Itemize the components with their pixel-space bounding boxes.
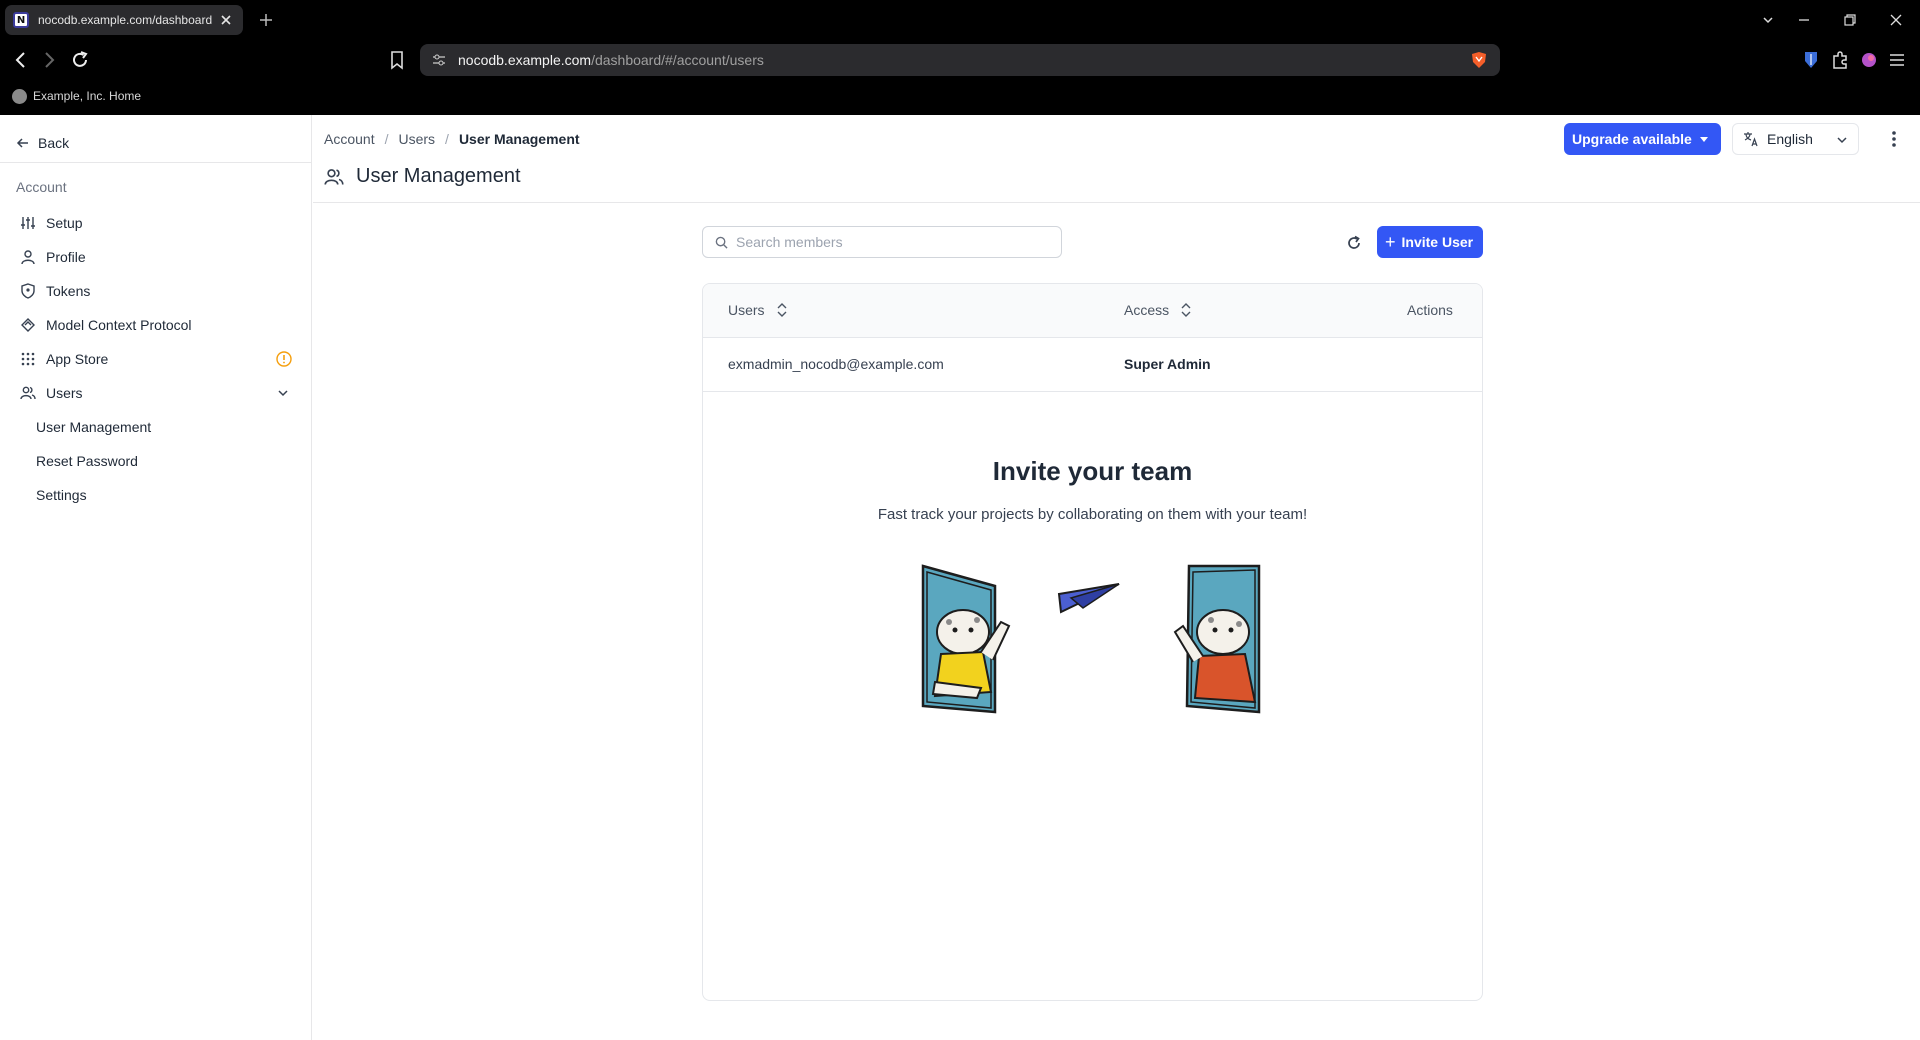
breadcrumb: Account / Users / User Management: [324, 131, 580, 147]
language-value: English: [1767, 131, 1813, 147]
column-label: Access: [1124, 302, 1170, 318]
site-settings-icon[interactable]: [432, 53, 446, 67]
translate-icon: [1744, 132, 1758, 147]
sidebar-item-label: Users: [46, 385, 83, 401]
bookmark-icon[interactable]: [386, 49, 408, 71]
more-options-icon[interactable]: [1883, 127, 1905, 151]
sidebar-item-app-store[interactable]: App Store: [12, 344, 300, 374]
page-title-text: User Management: [356, 165, 521, 187]
invite-user-button[interactable]: + Invite User: [1377, 226, 1483, 258]
sidebar: Back Account Setup Profile Tokens Model …: [0, 115, 312, 1040]
bookmark-link[interactable]: Example, Inc. Home: [33, 89, 141, 103]
browser-chrome: N nocodb.example.com/dashboard nocodb.ex…: [0, 0, 1920, 115]
close-tab-icon[interactable]: [217, 11, 235, 29]
column-header-users[interactable]: Users: [728, 302, 787, 318]
app: Back Account Setup Profile Tokens Model …: [0, 115, 1920, 1040]
arrow-left-icon: [16, 138, 28, 148]
warning-icon: [276, 351, 292, 367]
members-table: Users Access Actions exmadmin_nocodb@exa…: [702, 283, 1483, 1001]
back-label: Back: [38, 135, 70, 151]
address-bar[interactable]: nocodb.example.com/dashboard/#/account/u…: [420, 44, 1500, 76]
invite-team-illustration: [921, 564, 1261, 714]
mcp-icon: [20, 317, 36, 333]
minimize-icon[interactable]: [1794, 10, 1814, 30]
sidebar-item-label: Model Context Protocol: [46, 317, 192, 333]
users-icon: [324, 168, 344, 185]
profile-avatar-icon[interactable]: [1858, 49, 1880, 71]
url-text: nocodb.example.com/dashboard/#/account/u…: [458, 52, 764, 68]
navigation-bar: nocodb.example.com/dashboard/#/account/u…: [0, 39, 1920, 81]
breadcrumb-separator: /: [445, 131, 449, 147]
breadcrumb-separator: /: [384, 131, 389, 147]
search-icon: [715, 236, 728, 249]
shield-icon: [20, 283, 36, 299]
user-access-role: Super Admin: [1124, 356, 1211, 372]
breadcrumb-account[interactable]: Account: [324, 131, 375, 147]
sidebar-item-model-context-protocol[interactable]: Model Context Protocol: [12, 310, 300, 340]
sidebar-subitem-settings[interactable]: Settings: [36, 481, 87, 509]
empty-state-subtitle: Fast track your projects by collaboratin…: [877, 506, 1308, 523]
sidebar-item-users[interactable]: Users: [12, 378, 300, 408]
search-members-input[interactable]: [736, 234, 1036, 250]
upgrade-available-button[interactable]: Upgrade available: [1564, 123, 1721, 155]
main-content: + Invite User Users Access Actions exmad…: [313, 204, 1920, 1040]
browser-tab[interactable]: N nocodb.example.com/dashboard: [5, 5, 243, 35]
empty-state-title: Invite your team: [992, 456, 1193, 486]
forward-arrow-icon[interactable]: [38, 49, 60, 71]
invite-user-label: Invite User: [1401, 234, 1474, 250]
language-select[interactable]: English: [1732, 123, 1859, 155]
sort-icon: [1181, 303, 1191, 317]
page-title: User Management: [324, 165, 521, 188]
refresh-icon[interactable]: [1345, 234, 1363, 252]
sidebar-divider: [0, 162, 312, 163]
plus-icon: +: [1385, 232, 1396, 252]
sidebar-subitem-reset-password[interactable]: Reset Password: [36, 447, 138, 475]
column-label: Users: [728, 302, 765, 318]
sort-icon: [777, 303, 787, 317]
sidebar-item-label: App Store: [46, 351, 109, 367]
back-arrow-icon[interactable]: [10, 49, 32, 71]
nocodb-favicon-icon: N: [13, 12, 29, 28]
back-button[interactable]: Back: [16, 131, 69, 155]
sidebar-item-label: Tokens: [46, 283, 91, 299]
column-header-access[interactable]: Access: [1124, 302, 1191, 318]
sliders-icon: [20, 215, 36, 231]
restore-icon[interactable]: [1840, 10, 1860, 30]
user-icon: [20, 249, 36, 265]
sidebar-item-label: Profile: [46, 249, 86, 265]
grid-icon: [20, 351, 36, 367]
extensions-icon[interactable]: [1829, 49, 1851, 71]
sidebar-item-profile[interactable]: Profile: [12, 242, 300, 272]
browser-menu-icon[interactable]: [1886, 49, 1908, 71]
tab-search-icon[interactable]: [1758, 10, 1778, 30]
sidebar-section-title: Account: [16, 179, 67, 195]
sidebar-item-setup[interactable]: Setup: [12, 208, 300, 238]
upgrade-label: Upgrade available: [1572, 131, 1692, 147]
table-row[interactable]: exmadmin_nocodb@example.com Super Admin: [703, 338, 1482, 392]
user-email: exmadmin_nocodb@example.com: [728, 356, 944, 372]
reload-icon[interactable]: [69, 49, 91, 71]
table-header: Users Access Actions: [703, 284, 1482, 338]
users-icon: [20, 385, 36, 401]
caret-down-icon: [1699, 136, 1708, 142]
tab-title: nocodb.example.com/dashboard: [38, 13, 213, 27]
breadcrumb-current: User Management: [458, 131, 580, 147]
bookmarks-bar: Example, Inc. Home: [0, 83, 141, 109]
chevron-down-icon: [1837, 137, 1847, 144]
sidebar-item-tokens[interactable]: Tokens: [12, 276, 300, 306]
column-header-actions: Actions: [1407, 302, 1453, 318]
page-header: Account / Users / User Management User M…: [313, 115, 1920, 203]
tab-bar: N nocodb.example.com/dashboard: [0, 0, 1920, 39]
brave-shields-icon[interactable]: [1470, 51, 1488, 69]
sidebar-item-label: Setup: [46, 215, 83, 231]
search-members-field[interactable]: [702, 226, 1062, 258]
close-window-icon[interactable]: [1886, 10, 1906, 30]
breadcrumb-users[interactable]: Users: [398, 131, 435, 147]
bookmark-favicon-icon: [12, 88, 27, 104]
password-manager-icon[interactable]: [1800, 49, 1822, 71]
chevron-down-icon[interactable]: [276, 386, 290, 400]
new-tab-icon[interactable]: [256, 10, 276, 30]
sidebar-subitem-user-management[interactable]: User Management: [36, 413, 151, 441]
